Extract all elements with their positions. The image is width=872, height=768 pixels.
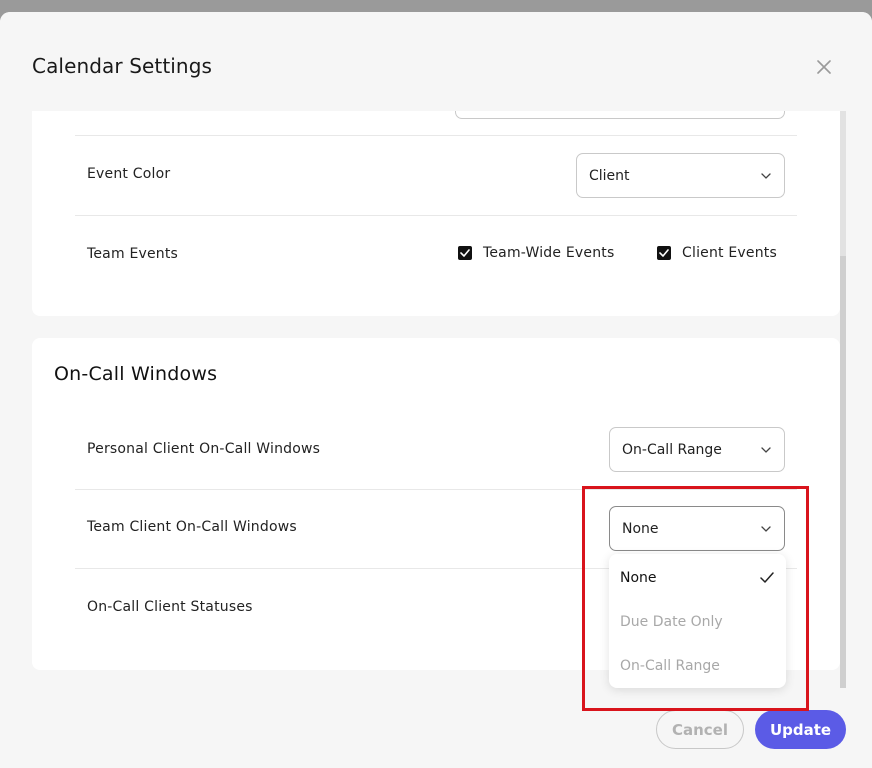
event-color-select[interactable]: Client (576, 153, 785, 198)
close-icon (817, 60, 831, 74)
team-on-call-select[interactable]: None (609, 506, 785, 551)
event-color-value: Client (589, 167, 630, 184)
team-on-call-label: Team Client On-Call Windows (87, 519, 297, 535)
chevron-down-icon (761, 447, 771, 453)
client-events-checkbox[interactable]: Client Events (657, 245, 777, 261)
team-wide-events-checkbox[interactable]: Team-Wide Events (458, 245, 614, 261)
dialog-header: Calendar Settings (0, 12, 872, 111)
personal-on-call-select[interactable]: On-Call Range (609, 427, 785, 472)
checkbox-checked[interactable] (458, 246, 472, 260)
option-label: Due Date Only (620, 614, 723, 630)
checkmark-icon (659, 249, 669, 257)
team-on-call-dropdown-menu: None Due Date Only On-Call Range (609, 554, 786, 688)
scrollbar-thumb[interactable] (840, 256, 846, 688)
team-on-call-value: None (622, 520, 659, 537)
personal-on-call-value: On-Call Range (622, 441, 722, 458)
close-button[interactable] (811, 54, 837, 80)
cancel-button[interactable]: Cancel (656, 710, 744, 749)
dropdown-option-on-call-range[interactable]: On-Call Range (609, 644, 786, 688)
on-call-statuses-label: On-Call Client Statuses (87, 599, 253, 615)
checkbox-checked[interactable] (657, 246, 671, 260)
option-label: None (620, 570, 657, 586)
dialog-title: Calendar Settings (32, 54, 213, 78)
update-button[interactable]: Update (755, 710, 846, 749)
team-wide-events-label: Team-Wide Events (483, 245, 615, 261)
partially-hidden-select[interactable] (455, 111, 785, 119)
checkmark-icon (460, 249, 470, 257)
on-call-section-title: On-Call Windows (54, 363, 218, 385)
option-label: On-Call Range (620, 658, 720, 674)
chevron-down-icon (761, 173, 771, 179)
general-settings-card: Event Color Client Team Events Team-Wide… (32, 111, 840, 316)
team-events-label: Team Events (87, 246, 179, 262)
chevron-down-icon (761, 526, 771, 532)
personal-on-call-label: Personal Client On-Call Windows (87, 441, 321, 457)
event-color-label: Event Color (87, 166, 171, 182)
dropdown-option-none[interactable]: None (609, 556, 786, 600)
dropdown-option-due-date-only[interactable]: Due Date Only (609, 600, 786, 644)
checkmark-icon (760, 572, 774, 583)
client-events-label: Client Events (682, 245, 777, 261)
